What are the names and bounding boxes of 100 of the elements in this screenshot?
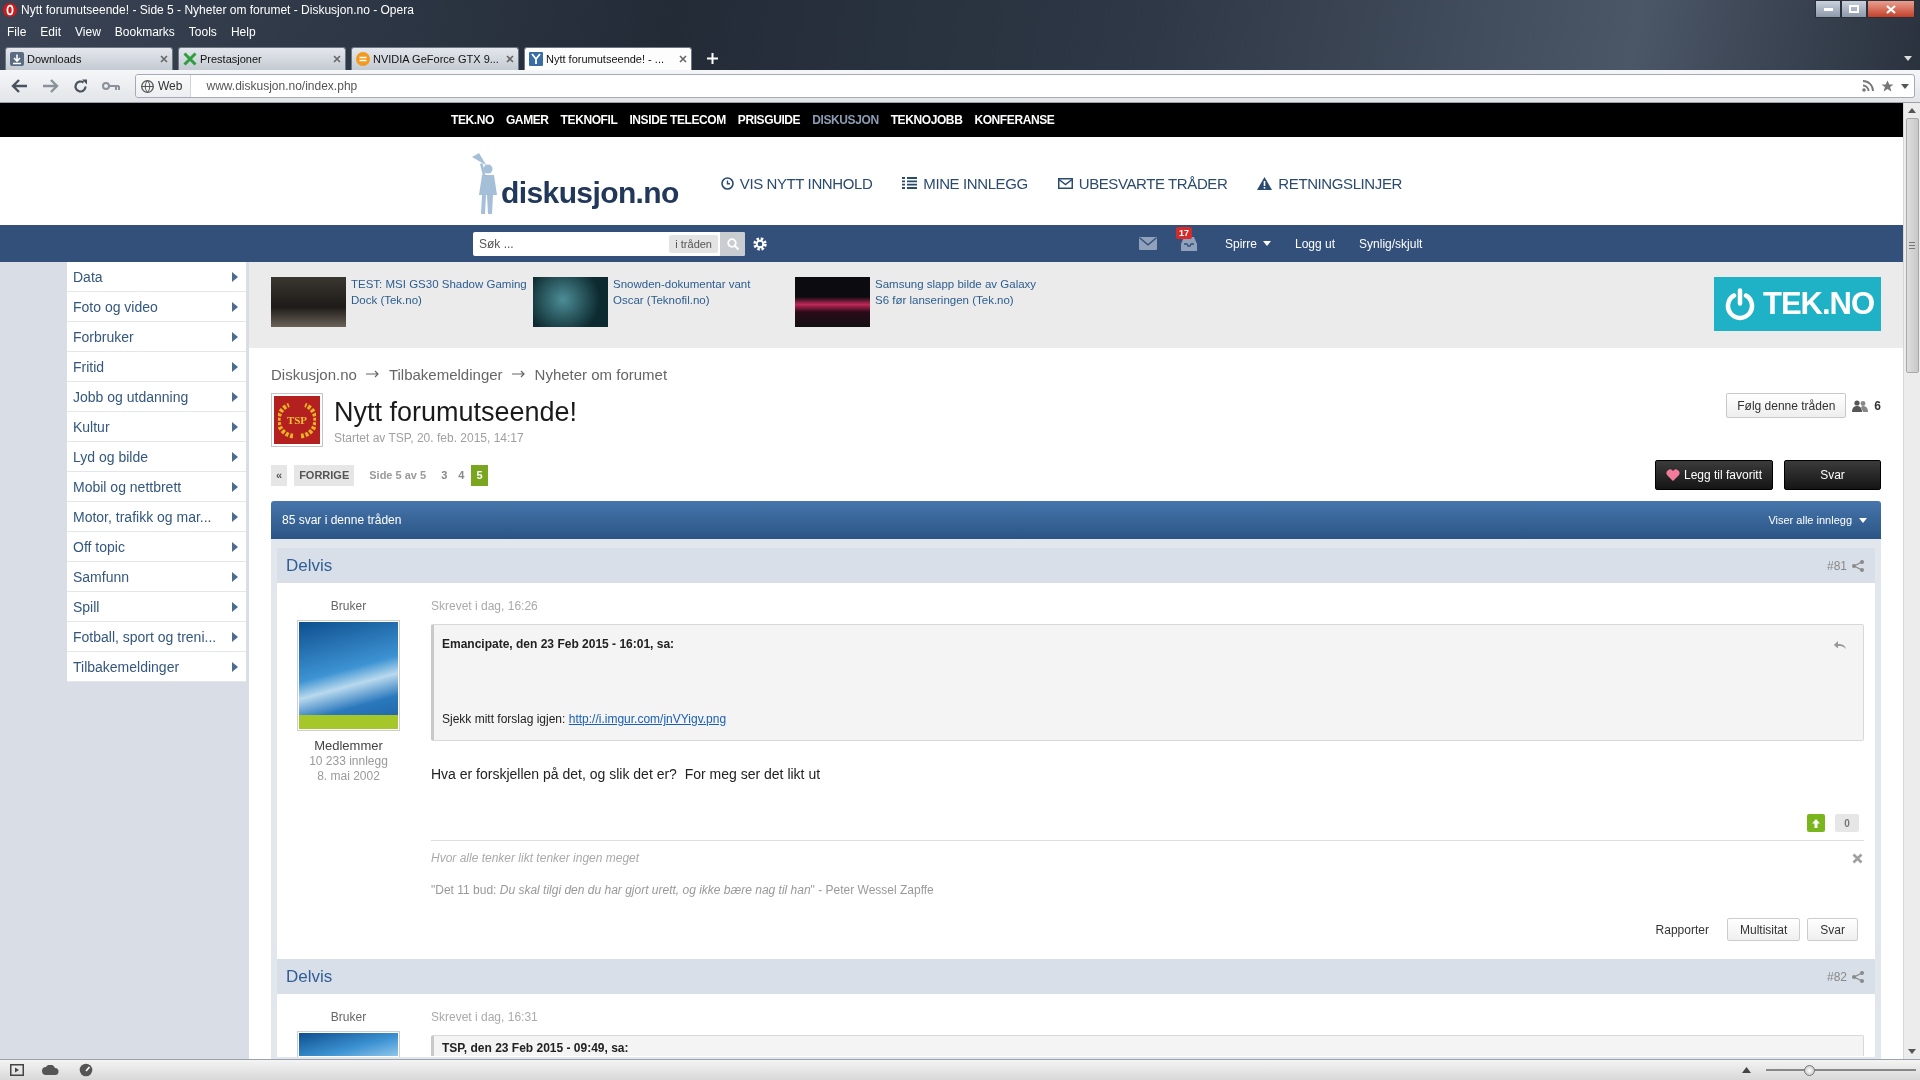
scrollbar[interactable] [1903, 103, 1920, 1059]
sidebar-item[interactable]: Fotball, sport og treni... [67, 622, 246, 652]
header-link[interactable]: RETNINGSLINJER [1257, 174, 1402, 192]
back-icon[interactable] [11, 79, 28, 93]
close-icon[interactable] [679, 55, 687, 63]
user-menu[interactable]: Spirre [1225, 236, 1271, 251]
sidebar-item[interactable]: Kultur [67, 412, 246, 442]
site-nav-link[interactable]: KONFERANSE [974, 113, 1055, 127]
sidebar-item[interactable]: Off topic [67, 532, 246, 562]
sidebar-item[interactable]: Mobil og nettbrett [67, 472, 246, 502]
reload-icon[interactable] [73, 78, 88, 94]
site-nav-link[interactable]: DISKUSJON [812, 113, 879, 127]
breadcrumb-link[interactable]: Nyheter om forumet [534, 365, 668, 383]
panel-icon[interactable] [10, 1064, 24, 1076]
site-nav-link[interactable]: TEKNOJOBB [890, 113, 963, 127]
close-icon[interactable] [1852, 852, 1863, 864]
sidebar-item[interactable]: Lyd og bilde [67, 442, 246, 472]
news-link[interactable]: Snowden-dokumentar vant Oscar (Teknofil.no) [613, 276, 768, 327]
menu-item[interactable]: File [0, 24, 34, 39]
avatar-photo[interactable] [297, 620, 400, 731]
plus-icon[interactable] [707, 53, 718, 64]
filter-dropdown[interactable]: Viser alle innlegg [1768, 514, 1867, 526]
cloud-icon[interactable] [42, 1065, 59, 1075]
sidebar-item[interactable]: Data [67, 262, 246, 292]
header-link[interactable]: MINE INNLEGG [902, 174, 1028, 192]
breadcrumb-link[interactable]: Tilbakemeldinger [388, 365, 503, 383]
sidebar-item[interactable]: Foto og video [67, 292, 246, 322]
menu-item[interactable]: View [68, 24, 108, 39]
header-link[interactable]: VIS NYTT INNHOLD [720, 174, 873, 192]
key-icon[interactable] [102, 81, 120, 91]
menu-item[interactable]: Help [223, 24, 263, 39]
site-nav-link[interactable]: PRISGUIDE [737, 113, 801, 127]
site-logo[interactable]: diskusjon.no [471, 152, 679, 214]
upvote-button[interactable] [1807, 814, 1825, 832]
sidebar-item[interactable]: Tilbakemeldinger [67, 652, 246, 682]
settings-icon[interactable] [753, 236, 767, 251]
envelope-icon[interactable] [1139, 237, 1157, 250]
gauge-icon[interactable] [79, 1063, 93, 1077]
first-page-button[interactable]: « [271, 464, 288, 486]
caret-down-icon[interactable] [1901, 83, 1909, 89]
user-bar-link[interactable]: Logg ut [1295, 236, 1336, 251]
site-nav-link[interactable]: TEKNOFIL [560, 113, 618, 127]
author-link[interactable]: Delvis [286, 966, 333, 987]
menu-item[interactable]: Tools [181, 24, 224, 39]
header-link[interactable]: UBESVARTE TRÅDER [1057, 174, 1228, 192]
report-link[interactable]: Rapporter [1655, 922, 1709, 937]
site-info-badge[interactable]: Web [136, 75, 192, 97]
close-icon[interactable] [506, 55, 514, 63]
site-nav-link[interactable]: GAMER [505, 113, 549, 127]
site-nav-link[interactable]: INSIDE TELECOM [629, 113, 726, 127]
forward-icon[interactable] [42, 79, 59, 93]
user-bar-link[interactable]: Synlig/skjult [1359, 236, 1423, 251]
photo-placeholder[interactable] [795, 277, 870, 327]
caret-down-icon[interactable] [1904, 56, 1912, 61]
arrow-down-icon[interactable] [1908, 1049, 1916, 1054]
photo-placeholder[interactable] [533, 277, 608, 327]
news-link[interactable]: TEST: MSI GS30 Shadow Gaming Dock (Tek.no) [351, 276, 530, 327]
menu-item[interactable]: Bookmarks [107, 24, 182, 39]
close-button[interactable] [1867, 0, 1915, 18]
link[interactable]: http://i.imgur.com/jnVYigv.png [568, 712, 727, 726]
reply-button[interactable]: Svar [1784, 460, 1881, 490]
close-icon[interactable] [160, 55, 168, 63]
share-icon[interactable] [1852, 970, 1864, 983]
triangle-up-icon[interactable] [1742, 1067, 1751, 1073]
slider-thumb[interactable] [1803, 1064, 1815, 1076]
scope-button[interactable]: i tråden [669, 234, 718, 253]
sidebar-item[interactable]: Forbruker [67, 322, 246, 352]
star-icon[interactable] [1881, 79, 1894, 93]
photo-placeholder[interactable] [271, 277, 346, 327]
follow-button[interactable]: Følg denne tråden [1726, 393, 1847, 418]
sidebar-item[interactable]: Motor, trafikk og mar... [67, 502, 246, 532]
rss-icon[interactable] [1862, 80, 1874, 92]
arrow-up-icon[interactable] [1908, 108, 1916, 113]
browser-tab[interactable]: Nytt forumutseende! - ... [524, 47, 692, 70]
scrollbar-thumb[interactable] [1905, 118, 1919, 373]
sidebar-item[interactable]: Samfunn [67, 562, 246, 592]
share-icon[interactable] [1852, 559, 1864, 572]
reply-icon[interactable] [1833, 639, 1847, 650]
sidebar-item[interactable]: Jobb og utdanning [67, 382, 246, 412]
site-nav-link[interactable]: TEK.NO [451, 113, 494, 127]
close-icon[interactable] [333, 55, 341, 63]
author-link[interactable]: Delvis [286, 555, 333, 576]
browser-tab[interactable]: NVIDIA GeForce GTX 9... [351, 47, 519, 70]
previous-page-button[interactable]: FORRIGE [294, 464, 355, 486]
browser-tab[interactable]: Prestasjoner [178, 47, 346, 70]
address-field[interactable]: Web www.diskusjon.no/index.php [135, 74, 1915, 98]
maximize-button[interactable] [1841, 0, 1867, 18]
breadcrumb-link[interactable]: Diskusjon.no [271, 365, 357, 383]
sidebar-item[interactable]: Fritid [67, 352, 246, 382]
page-link[interactable]: 4 [454, 464, 469, 486]
favorite-button[interactable]: Legg til favoritt [1655, 460, 1773, 490]
minimize-button[interactable] [1815, 0, 1841, 18]
search-field[interactable]: Søk ... i tråden [473, 231, 745, 256]
multiquote-button[interactable]: Multisitat [1726, 918, 1801, 941]
news-link[interactable]: Samsung slapp bilde av Galaxy S6 før lanseringen (Tek.no) [875, 276, 1043, 327]
page-link[interactable]: 3 [437, 464, 452, 486]
sidebar-item[interactable]: Spill [67, 592, 246, 622]
avatar-photo[interactable] [297, 1031, 400, 1057]
reply-button[interactable]: Svar [1807, 918, 1858, 941]
search-button[interactable] [720, 231, 745, 256]
